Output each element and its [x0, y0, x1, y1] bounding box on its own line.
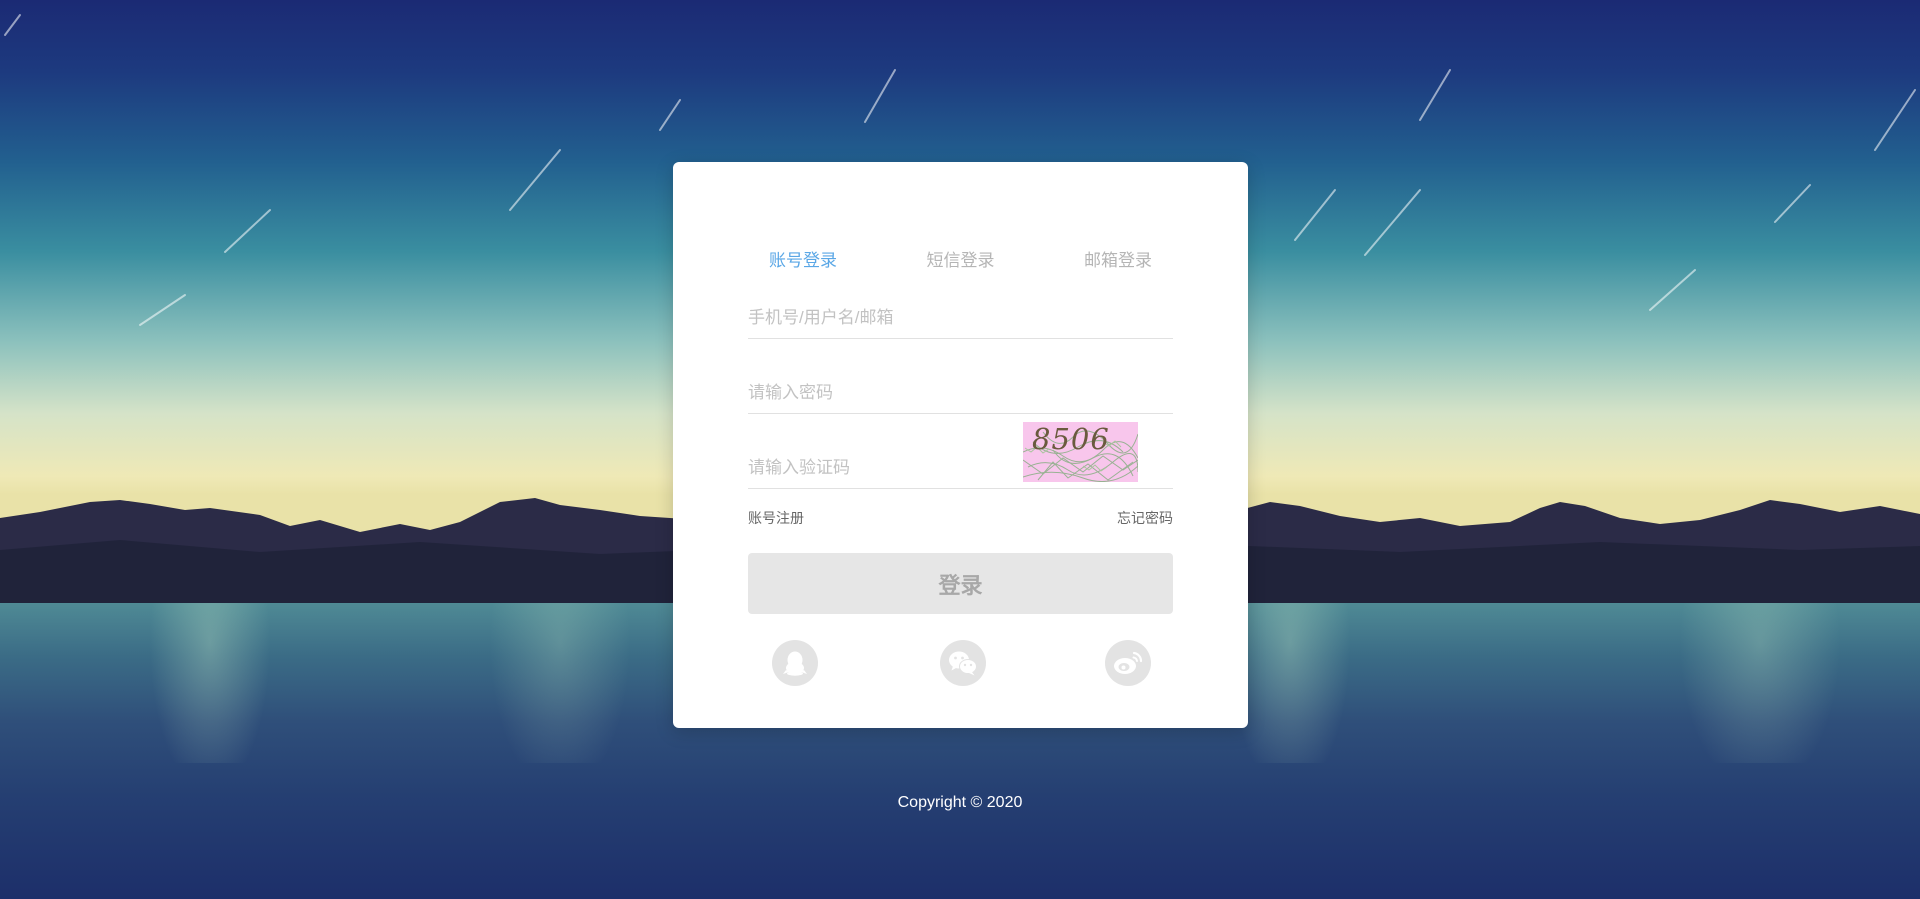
- login-page: 账号登录 短信登录 邮箱登录 手机号/用户名/邮箱 请输入验证码 8506 账号…: [0, 0, 1920, 899]
- tab-sms-login[interactable]: 短信登录: [906, 246, 1016, 276]
- captcha-code: 8506: [1032, 422, 1110, 456]
- forgot-password-link[interactable]: 忘记密码: [1117, 508, 1173, 528]
- username-field-wrapper: [748, 298, 1173, 339]
- qq-icon: [783, 651, 807, 676]
- register-link[interactable]: 账号注册: [748, 508, 804, 528]
- wechat-icon: [949, 651, 977, 676]
- weibo-icon: [1114, 651, 1143, 674]
- tab-account-login[interactable]: 账号登录: [748, 246, 858, 276]
- social-login: [748, 640, 1173, 690]
- captcha-image[interactable]: 8506: [1023, 422, 1138, 482]
- wechat-login-button[interactable]: [940, 640, 986, 686]
- password-input[interactable]: [748, 373, 1173, 413]
- qq-login-button[interactable]: [772, 640, 818, 686]
- username-input[interactable]: [748, 298, 1173, 338]
- weibo-login-button[interactable]: [1105, 640, 1151, 686]
- login-button[interactable]: 登录: [748, 553, 1173, 614]
- tab-email-login[interactable]: 邮箱登录: [1063, 246, 1173, 276]
- captcha-input[interactable]: [748, 448, 1018, 488]
- password-field-wrapper: [748, 373, 1173, 414]
- login-tabs: 账号登录 短信登录 邮箱登录: [748, 246, 1173, 276]
- copyright-text: Copyright © 2020: [897, 794, 1023, 811]
- login-card: 账号登录 短信登录 邮箱登录 手机号/用户名/邮箱 请输入验证码 8506 账号…: [673, 162, 1248, 728]
- auth-links: 账号注册 忘记密码: [748, 508, 1173, 528]
